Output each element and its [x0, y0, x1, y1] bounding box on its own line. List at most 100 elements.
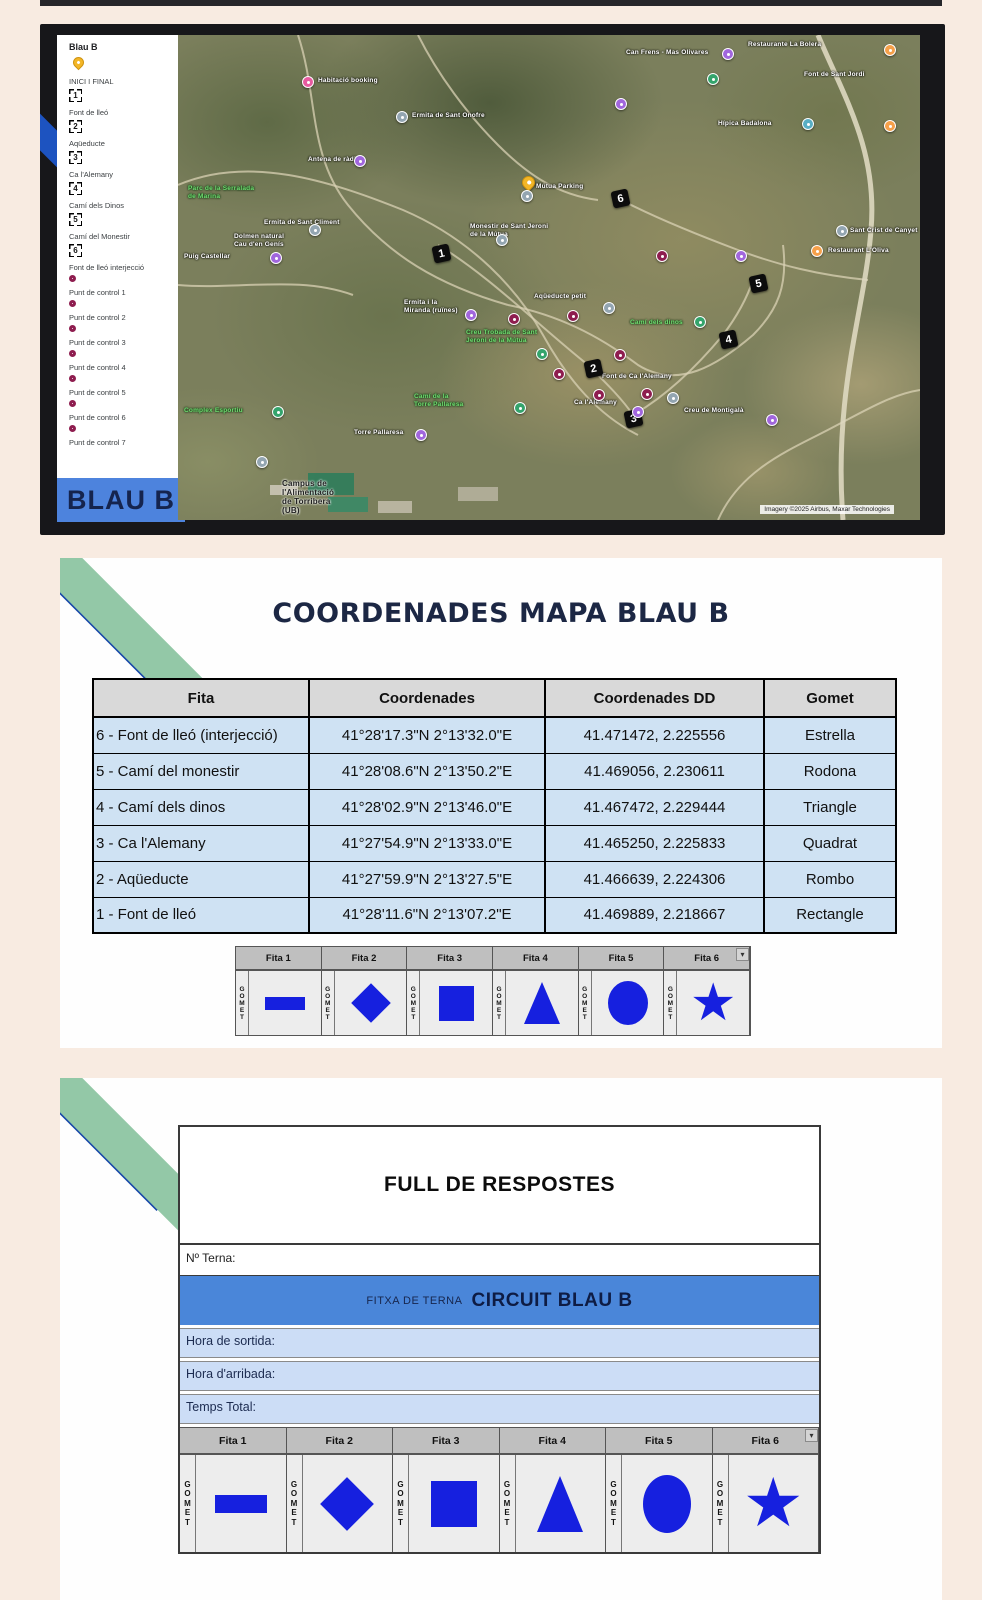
- fita-header: Fita 3: [407, 947, 492, 971]
- map-poi-marker-icon[interactable]: [514, 402, 526, 414]
- sidebar-item[interactable]: Punt de control 5: [69, 388, 174, 407]
- gomet-shape-estrella: ★: [677, 971, 749, 1035]
- table-cell: 6 - Font de lleó (interjecció): [93, 717, 309, 753]
- map-poi-marker-icon[interactable]: [256, 456, 268, 468]
- gomet-shape-quadrat: [409, 1455, 499, 1552]
- map-poi-marker-icon[interactable]: [396, 111, 408, 123]
- map-poi-marker-icon[interactable]: [567, 310, 579, 322]
- map-poi-marker-icon[interactable]: [553, 368, 565, 380]
- circuit-banner: FITXA DE TERNA CIRCUIT BLAU B: [180, 1275, 819, 1325]
- map-poi-marker-icon[interactable]: [508, 313, 520, 325]
- table-cell: 3 - Ca l'Alemany: [93, 825, 309, 861]
- coordinates-title: COORDENADES MAPA BLAU B: [60, 598, 942, 629]
- triangle-shape-icon: [537, 1476, 583, 1532]
- map-poi-marker-icon[interactable]: [735, 250, 747, 262]
- gomet-shape-triangle: [506, 971, 578, 1035]
- sidebar-item[interactable]: Font de lleó interjecció: [69, 263, 174, 282]
- table-cell: 41.469889, 2.218667: [545, 897, 764, 933]
- map-marker-fita-2[interactable]: 2: [583, 358, 603, 378]
- fita-body: GOMET: [579, 971, 664, 1035]
- gomet-shape-rombo: [335, 971, 407, 1035]
- map-poi-marker-icon[interactable]: [615, 98, 627, 110]
- sidebar-item[interactable]: Punt de control 4: [69, 363, 174, 382]
- map-poi-marker-icon[interactable]: [766, 414, 778, 426]
- map-poi-marker-icon[interactable]: [632, 406, 644, 418]
- sidebar-item[interactable]: Punt de control 2: [69, 313, 174, 332]
- sidebar-item-label: Punt de control 3: [69, 338, 174, 347]
- sidebar-item-label: Punt de control 5: [69, 388, 174, 397]
- map-poi-marker-icon[interactable]: [884, 44, 896, 56]
- map-marker-fita-5[interactable]: 5: [748, 273, 768, 293]
- map-poi-marker-icon[interactable]: [521, 190, 533, 202]
- map-poi-marker-icon[interactable]: [415, 429, 427, 441]
- map-poi-marker-icon[interactable]: [707, 73, 719, 85]
- map-label: Font de Ca l'Alemany: [602, 373, 672, 381]
- sidebar-item-label: Camí dels Dinos: [69, 201, 174, 210]
- gomet-vertical-label: GOMET: [180, 1455, 196, 1552]
- estrella-shape-icon: ★: [690, 980, 737, 1026]
- sidebar-item[interactable]: INICI I FINAL1: [69, 77, 174, 102]
- map-poi-marker-icon[interactable]: [302, 76, 314, 88]
- table-cell: Quadrat: [764, 825, 896, 861]
- map-poi-marker-icon[interactable]: [836, 225, 848, 237]
- map-poi-marker-icon[interactable]: [802, 118, 814, 130]
- sidebar-item[interactable]: Camí del Monestir6: [69, 232, 174, 257]
- map-poi-marker-icon[interactable]: [884, 120, 896, 132]
- fita-body: GOMET: [500, 1455, 606, 1552]
- map-poi-marker-icon[interactable]: [811, 245, 823, 257]
- table-cell: 41°28'02.9"N 2°13'46.0"E: [309, 789, 545, 825]
- table-cell: 41°28'08.6"N 2°13'50.2"E: [309, 753, 545, 789]
- map-poi-marker-icon[interactable]: [354, 155, 366, 167]
- sidebar-item[interactable]: Ca l'Alemany4: [69, 170, 174, 195]
- satellite-map[interactable]: Habitació bookingErmita de Sant OnofreAn…: [178, 35, 920, 520]
- sidebar-item[interactable]: Font de lleó2: [69, 108, 174, 133]
- map-marker-fita-4[interactable]: 4: [718, 329, 738, 349]
- table-row: 2 - Aqüeducte41°27'59.9"N 2°13'27.5"E41.…: [93, 861, 896, 897]
- fita-column: Fita 4GOMET: [500, 1428, 607, 1552]
- gomet-vertical-label: GOMET: [407, 971, 420, 1035]
- waypoint-number-icon: 2: [69, 120, 82, 133]
- rombo-shape-icon: [351, 983, 391, 1023]
- fita-header: Fita 5: [579, 947, 664, 971]
- sidebar-item[interactable]: Aqüeducte3: [69, 139, 174, 164]
- table-cell: 41.467472, 2.229444: [545, 789, 764, 825]
- control-point-icon: [69, 375, 76, 382]
- sidebar-item[interactable]: Camí dels Dinos5: [69, 201, 174, 226]
- sidebar-item[interactable]: Punt de control 6: [69, 413, 174, 432]
- map-poi-marker-icon[interactable]: [465, 309, 477, 321]
- map-poi-marker-icon[interactable]: [309, 224, 321, 236]
- strip-dropdown-arrow[interactable]: ▾: [736, 948, 749, 961]
- map-poi-marker-icon[interactable]: [272, 406, 284, 418]
- banner-prefix: FITXA DE TERNA: [366, 1295, 462, 1307]
- quadrat-shape-icon: [439, 986, 474, 1021]
- map-poi-marker-icon[interactable]: [603, 302, 615, 314]
- map-poi-marker-icon[interactable]: [667, 392, 679, 404]
- answer-form: FULL DE RESPOSTES Nº Terna: FITXA DE TER…: [178, 1125, 821, 1554]
- map-poi-marker-icon[interactable]: [536, 348, 548, 360]
- table-cell: Estrella: [764, 717, 896, 753]
- sidebar-item-label: Ca l'Alemany: [69, 170, 174, 179]
- fita-header: Fita 2: [322, 947, 407, 971]
- map-marker-fita-1[interactable]: 1: [431, 243, 451, 263]
- map-poi-marker-icon[interactable]: [722, 48, 734, 60]
- sidebar-item[interactable]: Punt de control 3: [69, 338, 174, 357]
- rodona-shape-icon: [608, 981, 648, 1025]
- sidebar-item[interactable]: Punt de control 1: [69, 288, 174, 307]
- sidebar-item[interactable]: Punt de control 7: [69, 438, 174, 447]
- gomet-strip: Fita 1GOMETFita 2GOMETFita 3GOMETFita 4G…: [180, 1427, 819, 1552]
- map-marker-fita-6[interactable]: 6: [610, 188, 630, 208]
- map-label: Creu Trobada de Sant Jeroni de la Mútua: [466, 329, 537, 345]
- map-poi-marker-icon[interactable]: [656, 250, 668, 262]
- sidebar-item-label: Camí del Monestir: [69, 232, 174, 241]
- map-poi-marker-icon[interactable]: [641, 388, 653, 400]
- map-poi-marker-icon[interactable]: [694, 316, 706, 328]
- answer-sheet-card: FULL DE RESPOSTES Nº Terna: FITXA DE TER…: [60, 1078, 942, 1600]
- map-poi-marker-icon[interactable]: [496, 234, 508, 246]
- map-poi-marker-icon[interactable]: [614, 349, 626, 361]
- table-header-cell: Coordenades DD: [545, 679, 764, 717]
- map-poi-marker-icon[interactable]: [593, 389, 605, 401]
- map-poi-marker-icon[interactable]: [270, 252, 282, 264]
- map-label: Habitació booking: [318, 77, 378, 85]
- strip-dropdown-arrow[interactable]: ▾: [805, 1429, 818, 1442]
- sidebar-item-label: Aqüeducte: [69, 139, 174, 148]
